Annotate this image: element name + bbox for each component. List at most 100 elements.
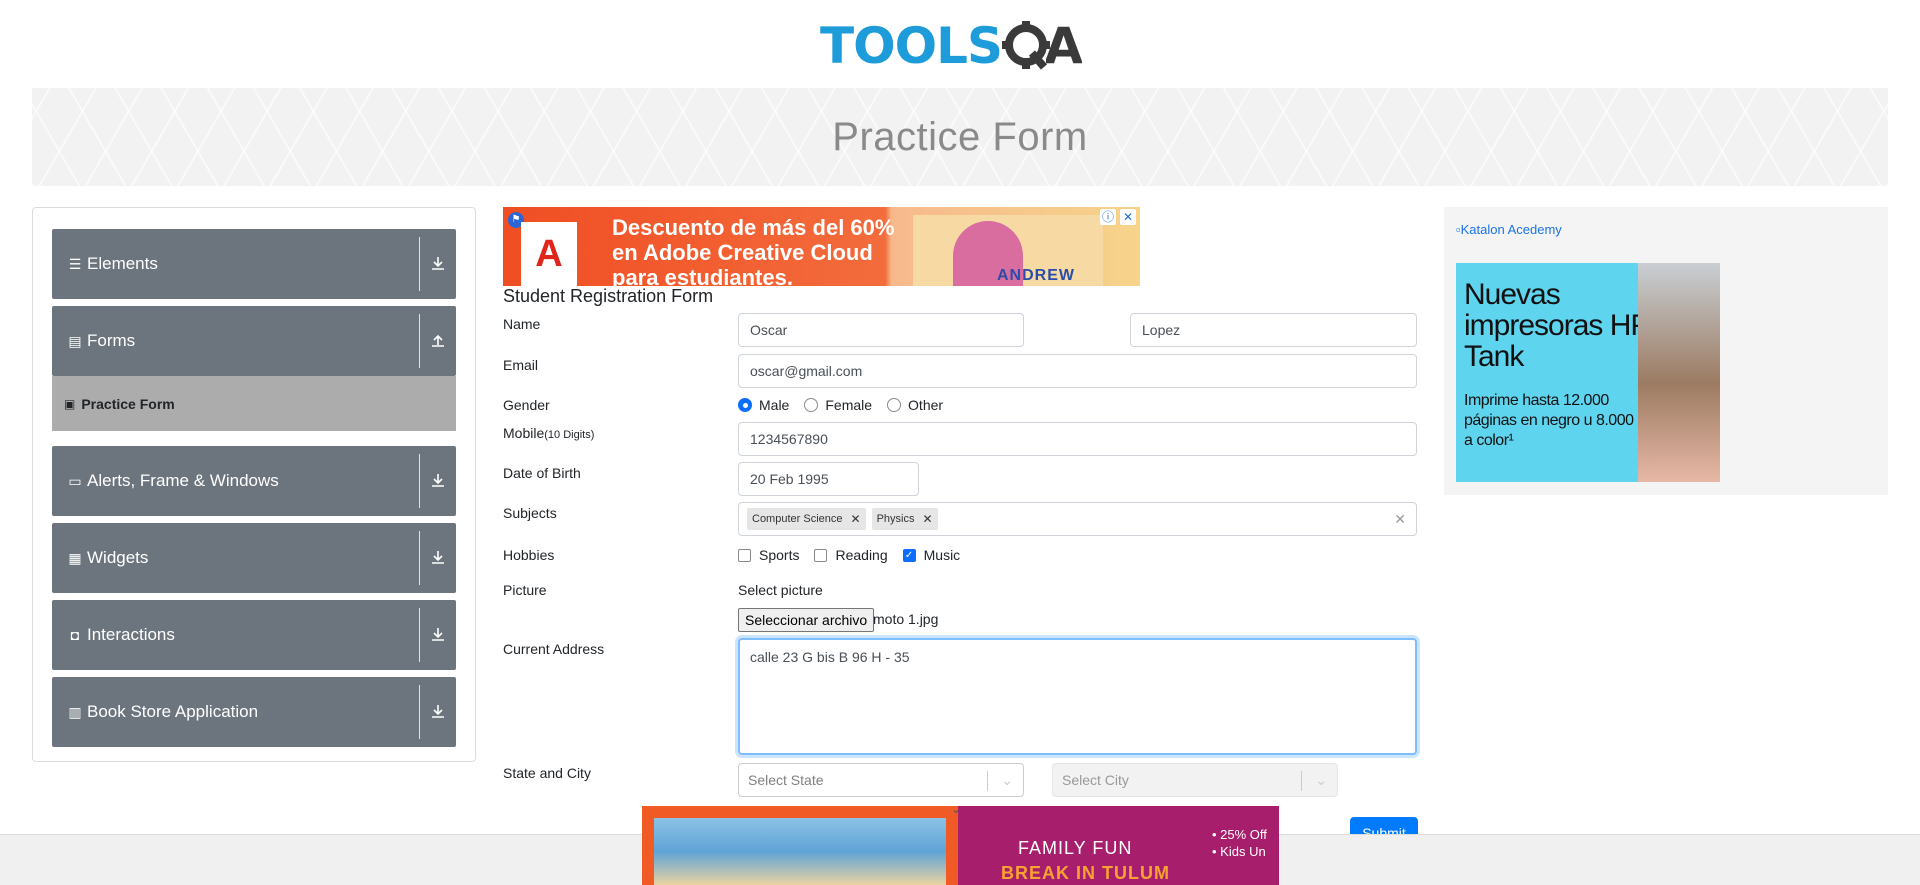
close-icon[interactable]: ✕ (1120, 209, 1136, 225)
form-icon: ▣ (64, 396, 76, 411)
sidebar: ☰ Elements ▤ Forms ▣ Practice Form ▭ Ale… (32, 207, 476, 762)
logo-text-qa: QA (1002, 17, 1082, 75)
city-select[interactable]: Select City ⌄ (1052, 763, 1338, 797)
divider (419, 608, 420, 662)
file-name: moto 1.jpg (873, 611, 939, 627)
radio-other[interactable] (887, 398, 902, 412)
checkbox-music[interactable]: ✓ (902, 548, 916, 562)
sidebar-group-elements[interactable]: ☰ Elements (52, 229, 456, 299)
chevron-down-icon[interactable]: ⌄ (1001, 772, 1013, 789)
ad-headline: Descuento de más del 60% en Adobe Creati… (612, 215, 894, 286)
sidebar-group-label: Elements (87, 254, 158, 273)
hobby-reading-option[interactable]: Reading (814, 547, 888, 563)
email-label: Email (503, 357, 539, 373)
address-label: Current Address (503, 641, 605, 657)
page-title: Practice Form (832, 114, 1088, 159)
checkbox-reading[interactable] (814, 548, 828, 562)
remove-icon[interactable]: ✕ (922, 512, 932, 526)
mobile-hint: (10 Digits) (544, 429, 595, 441)
checkbox-label: Music (923, 547, 961, 563)
mobile-label-text: Mobile (503, 425, 545, 441)
adobe-logo-icon: A (521, 222, 577, 286)
last-name-input[interactable]: Lopez (1130, 313, 1417, 347)
gender-female-option[interactable]: Female (804, 397, 872, 413)
ad-name-text: ANDREW (997, 267, 1075, 284)
mobile-input[interactable]: 1234567890 (738, 422, 1417, 456)
ad-banner-bottom[interactable]: FAMILY FUN BREAK IN TULUM • 25% Off • Ki… (642, 806, 1279, 885)
clear-icon[interactable]: ✕ (1394, 511, 1406, 528)
divider (419, 314, 420, 368)
chevron-down-icon[interactable]: ⌄ (1315, 772, 1327, 789)
sidebar-group-interactions[interactable]: ◘ Interactions (52, 600, 456, 670)
sidebar-group-label: Interactions (87, 625, 175, 644)
gender-label: Gender (503, 397, 550, 413)
divider (419, 531, 420, 585)
sidebar-group-label: Book Store Application (87, 702, 259, 721)
address-textarea[interactable]: calle 23 G bis B 96 H - 35 (738, 638, 1417, 755)
radio-label: Male (759, 397, 790, 413)
window-icon: ▭ (68, 472, 82, 489)
ad-text-panel: FAMILY FUN BREAK IN TULUM • 25% Off • Ki… (958, 806, 1279, 885)
checkbox-sports[interactable] (738, 548, 751, 562)
sidebar-group-label: Alerts, Frame & Windows (87, 471, 279, 490)
arrow-down-icon[interactable] (428, 624, 448, 644)
hp-ad-title: Nuevas impresoras HP Tank (1464, 278, 1650, 373)
ad-line: BREAK IN TULUM (1001, 863, 1170, 883)
divider (419, 454, 420, 508)
sidebar-group-forms[interactable]: ▤ Forms (52, 306, 456, 376)
sidebar-group-book-store[interactable]: ▥ Book Store Application (52, 677, 456, 747)
remove-icon[interactable]: ✕ (851, 512, 861, 526)
hobby-music-option[interactable]: ✓ Music (902, 547, 961, 563)
gender-male-option[interactable]: Male (738, 397, 789, 413)
divider (987, 771, 988, 791)
subjects-input[interactable]: Computer Science ✕ Physics ✕ ✕ (738, 502, 1417, 536)
list-icon: ☰ (68, 255, 82, 272)
subject-chip: Physics ✕ (871, 508, 938, 530)
ad-image-link[interactable]: ▫Katalon Acedemy (1456, 222, 1562, 237)
checkbox-label: Sports (759, 547, 800, 563)
hp-ad-sub: Imprime hasta 12.000 páginas en negro u … (1464, 392, 1634, 449)
form-title: Student Registration Form (503, 286, 714, 306)
arrow-down-icon[interactable] (428, 470, 448, 490)
arrow-down-icon[interactable] (428, 701, 448, 721)
arrow-down-icon[interactable] (428, 547, 448, 567)
state-city-label: State and City (503, 765, 591, 781)
logo-text-tools: TOOLS (820, 17, 1003, 75)
info-icon[interactable]: ⓘ (1100, 209, 1116, 225)
radio-female[interactable] (804, 398, 819, 412)
ad-sidebar[interactable]: ▫Katalon Acedemy Nuevas impresoras HP Ta… (1444, 207, 1888, 495)
first-name-input[interactable]: Oscar (738, 313, 1024, 347)
gender-options: Male Female Other (738, 397, 958, 413)
arrow-up-icon[interactable] (428, 330, 448, 350)
sidebar-item-practice-form[interactable]: ▣ Practice Form (52, 376, 456, 431)
dob-input[interactable]: 20 Feb 1995 (738, 462, 919, 496)
sidebar-group-widgets[interactable]: ▦ Widgets (52, 523, 456, 593)
page-banner: Practice Form (32, 88, 1888, 186)
sidebar-item-label: Practice Form (81, 395, 175, 412)
ad-line: en Adobe Creative Cloud (612, 240, 873, 265)
hobby-sports-option[interactable]: Sports (738, 547, 799, 563)
ad-side-line: • Kids Un (1212, 844, 1266, 859)
sidebar-group-alerts[interactable]: ▭ Alerts, Frame & Windows (52, 446, 456, 516)
hobbies-options: Sports Reading ✓ Music (738, 547, 975, 563)
gear-icon (1002, 21, 1050, 70)
toolsqa-logo[interactable]: TOOLS QA (820, 12, 1105, 80)
gender-other-option[interactable]: Other (887, 397, 943, 413)
chip-label: Physics (876, 513, 915, 525)
books-icon: ▥ (68, 703, 82, 720)
divider (1301, 771, 1302, 791)
subjects-label: Subjects (503, 505, 557, 521)
arrow-down-icon[interactable] (428, 253, 448, 273)
radio-male[interactable] (738, 398, 752, 412)
state-placeholder: Select State (748, 772, 824, 788)
state-select[interactable]: Select State ⌄ (738, 763, 1024, 797)
email-input[interactable]: oscar@gmail.com (738, 354, 1417, 388)
sidebar-group-label: Widgets (87, 548, 149, 567)
ad-banner-adobe[interactable]: ⚑ A Descuento de más del 60% en Adobe Cr… (503, 207, 1140, 286)
ad-alt-text: Katalon Acedemy (1460, 222, 1562, 237)
chip-label: Computer Science (752, 513, 843, 525)
choose-file-button[interactable]: Seleccionar archivo (738, 608, 875, 632)
chevron-down-icon[interactable]: ⌄ (951, 806, 961, 816)
interaction-icon: ◘ (70, 627, 80, 643)
ad-controls: ⓘ ✕ (1100, 209, 1136, 225)
